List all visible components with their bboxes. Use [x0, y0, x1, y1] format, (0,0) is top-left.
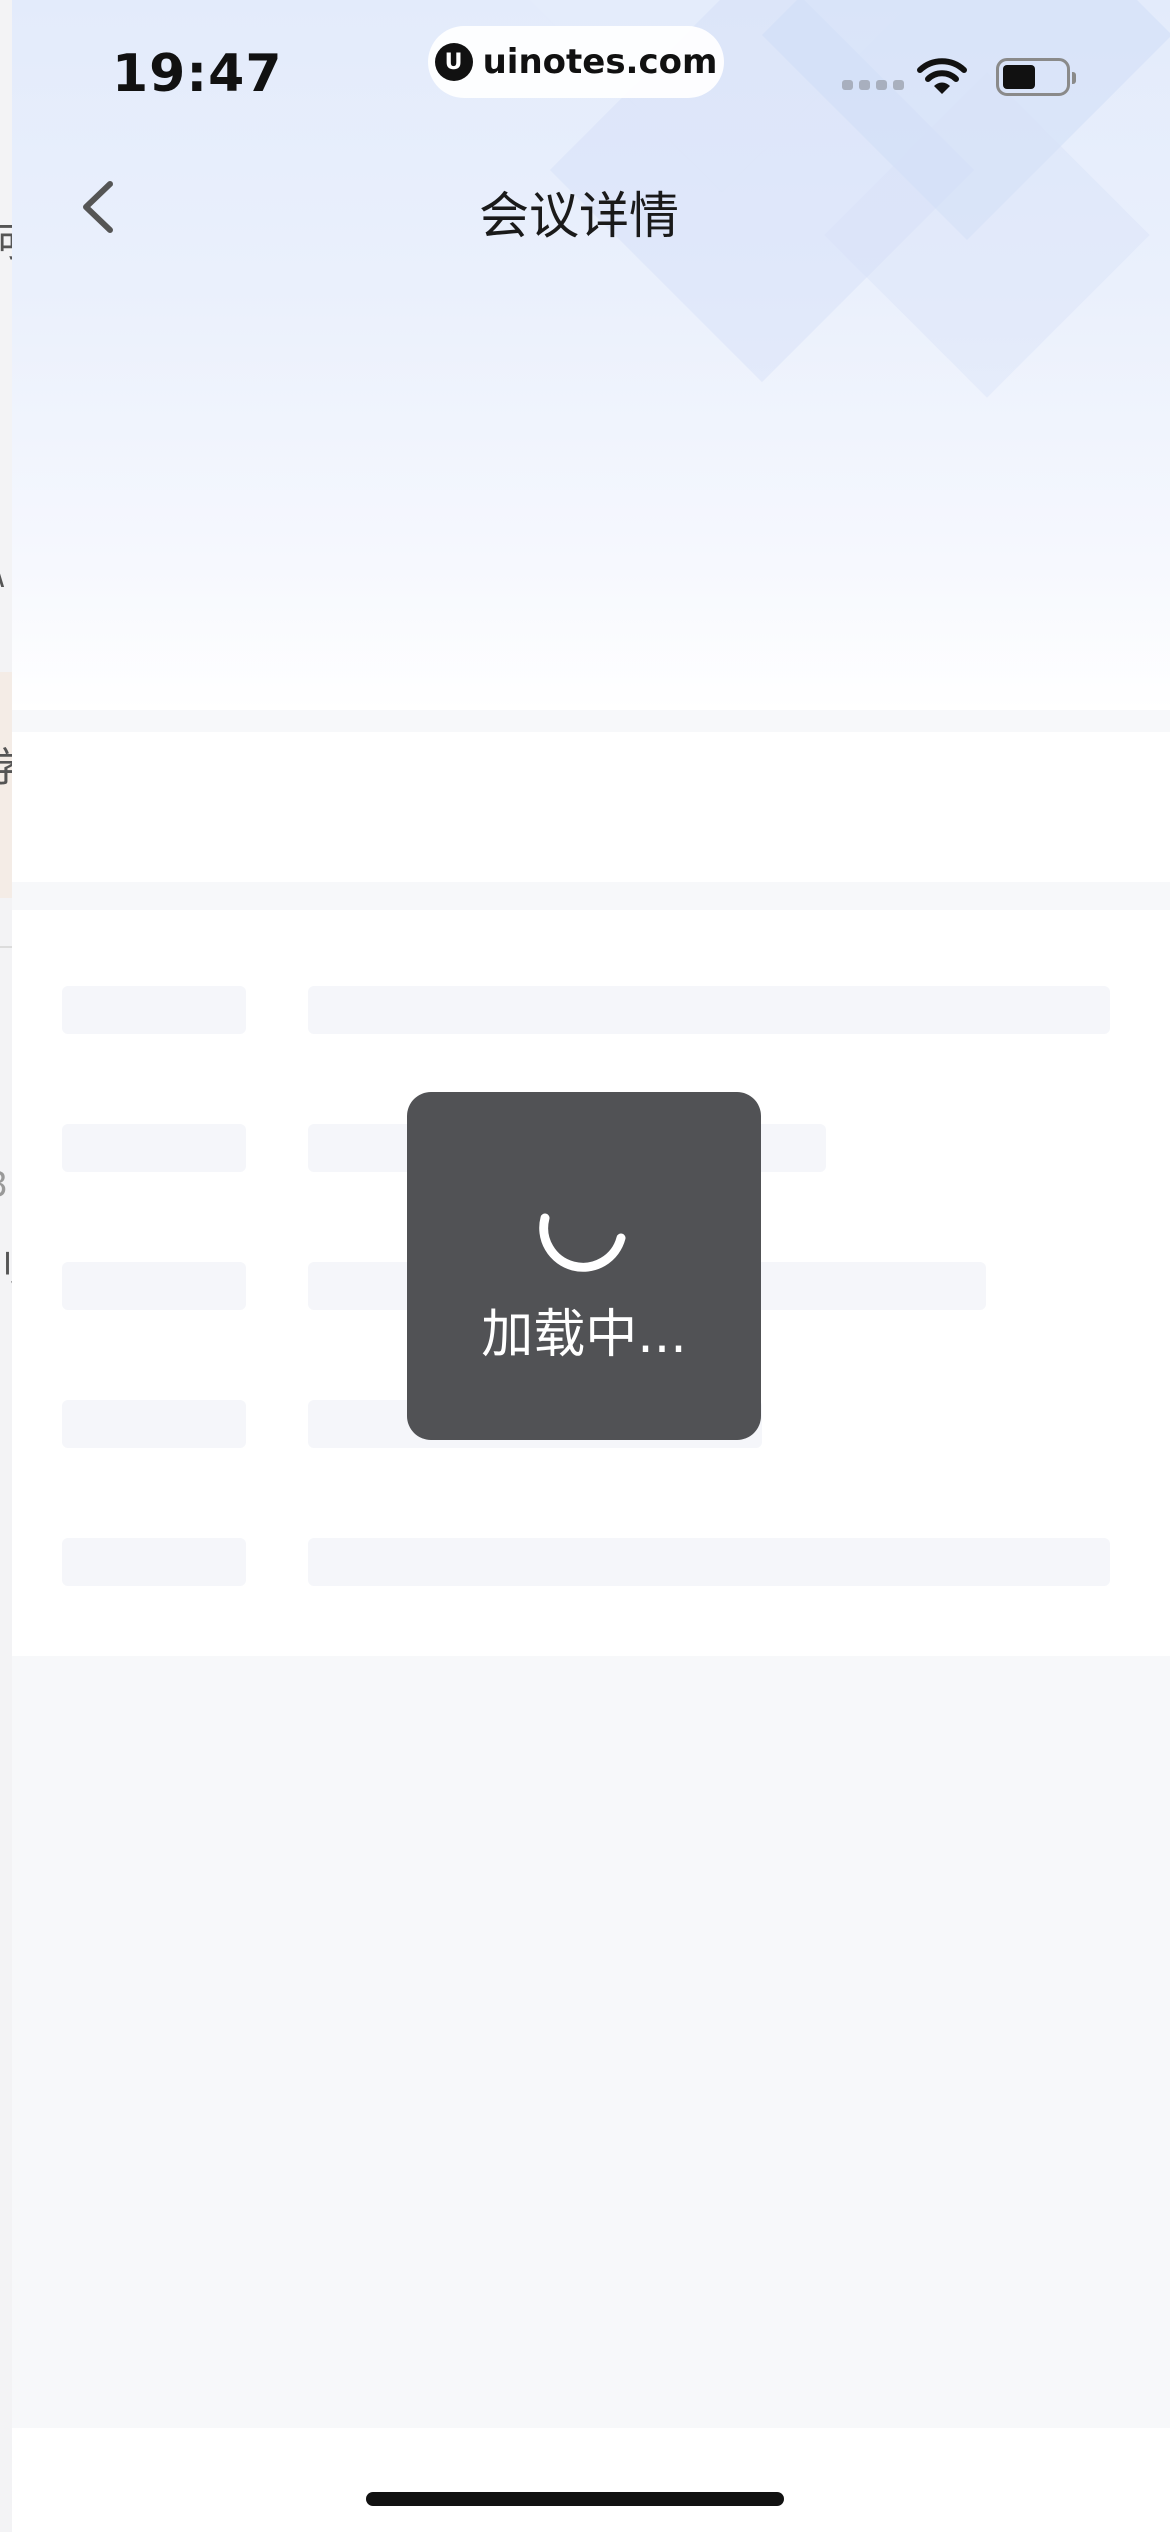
previous-page-text: 刂 [0, 1235, 12, 1293]
home-indicator-area [12, 2428, 1170, 2532]
url-text: uinotes.com [482, 42, 718, 82]
skeleton-label [62, 1124, 246, 1172]
status-time: 19:47 [112, 44, 283, 104]
previous-page-text: 8 [0, 1165, 8, 1205]
header-background [12, 0, 1170, 710]
wifi-icon [917, 58, 967, 94]
previous-page-text: ∧ [0, 560, 8, 595]
skeleton-label [62, 1262, 246, 1310]
previous-page-text: 学 [0, 735, 12, 793]
cellular-signal-icon [842, 80, 904, 90]
summary-card-placeholder [12, 732, 1170, 882]
battery-level [1003, 65, 1035, 89]
skeleton-label [62, 1538, 246, 1586]
home-indicator[interactable] [366, 2492, 784, 2506]
previous-page-divider [0, 946, 12, 948]
skeleton-label [62, 1400, 246, 1448]
skeleton-value [308, 1538, 1110, 1586]
skeleton-label [62, 986, 246, 1034]
url-pill[interactable]: U uinotes.com [428, 26, 724, 98]
loading-text: 加载中... [481, 1305, 687, 1365]
site-logo-icon: U [434, 43, 473, 81]
battery-icon [996, 58, 1076, 96]
page-title: 会议详情 [479, 187, 679, 245]
loading-spinner-icon [539, 1213, 626, 1272]
loading-toast: 加载中... [407, 1092, 761, 1440]
skeleton-value [308, 986, 1110, 1034]
previous-page-edge: 河 ∧ 学 8 刂 [0, 0, 12, 2532]
